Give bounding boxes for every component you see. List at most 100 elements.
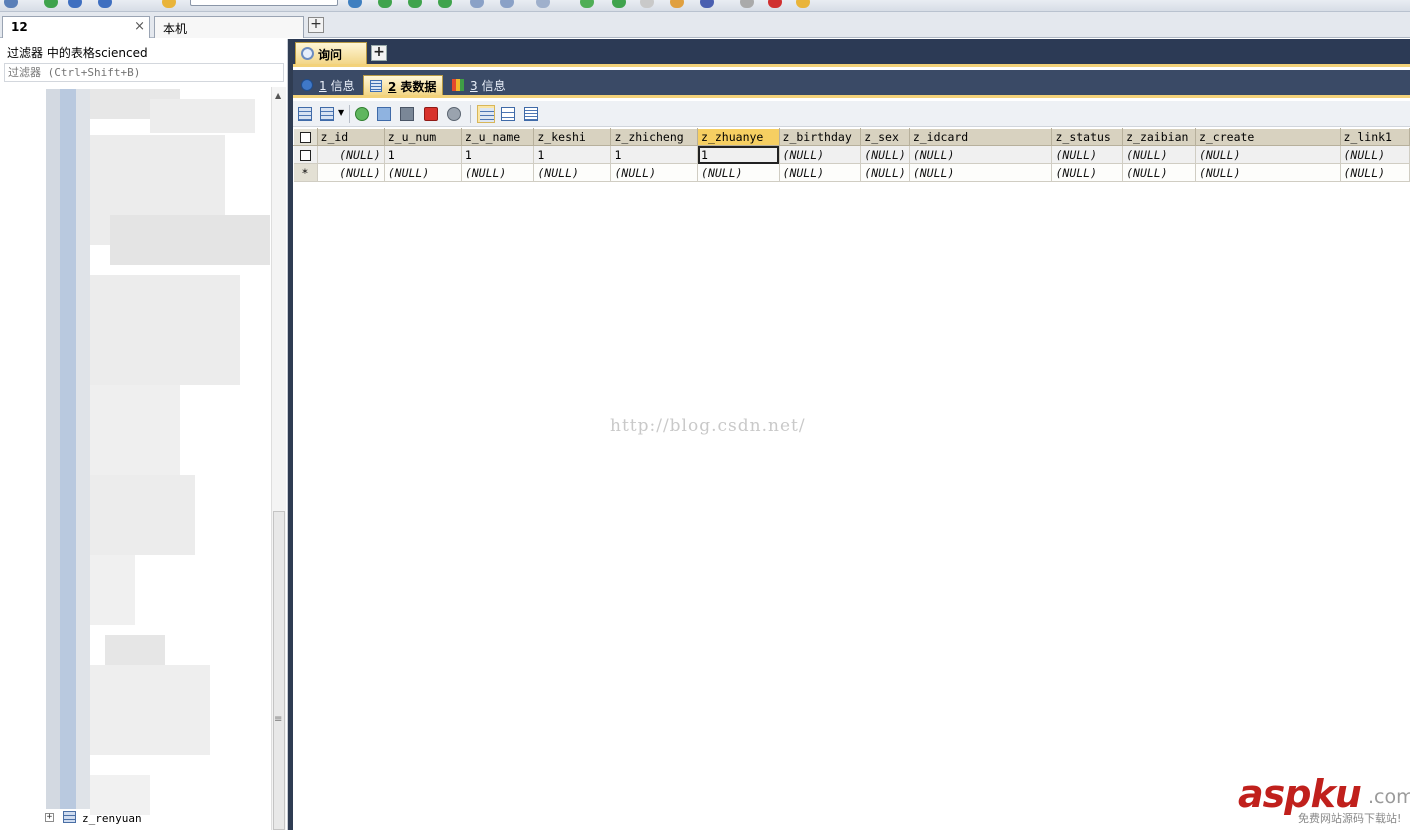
column-header-z_idcard[interactable]: z_idcard: [908, 128, 1053, 146]
text-view-button[interactable]: [522, 105, 540, 123]
table-row[interactable]: * (NULL) (NULL) (NULL) (NULL) (NULL) (NULL) (NU…: [293, 163, 1410, 182]
column-header-z_u_name[interactable]: z_u_name: [460, 128, 535, 146]
grid-cell-z_zhicheng[interactable]: 1: [610, 145, 699, 164]
grid-cell-z_zhuanye[interactable]: 1: [697, 145, 780, 164]
toolbar-icon[interactable]: [44, 0, 58, 8]
column-header-z_birthday[interactable]: z_birthday: [778, 128, 862, 146]
grid-cell-z_sex[interactable]: (NULL): [860, 145, 910, 164]
toolbar-icon[interactable]: [378, 0, 392, 8]
grid-cell-z_u_num[interactable]: (NULL): [384, 163, 462, 182]
result-tab-bar: 1 信息 2 表数据 3 信息: [293, 70, 1410, 98]
grid-cell-z_zhicheng[interactable]: (NULL): [610, 163, 699, 182]
database-selector[interactable]: [190, 0, 338, 6]
save-button[interactable]: [398, 105, 416, 123]
grid-cell-z_id[interactable]: (NULL): [317, 145, 385, 164]
expand-icon[interactable]: +: [45, 813, 54, 822]
column-header-z_zaibian[interactable]: z_zaibian: [1122, 128, 1196, 146]
toolbar-icon[interactable]: [740, 0, 754, 8]
grid-cell-z_zaibian[interactable]: (NULL): [1122, 163, 1196, 182]
grid-cell-z_idcard[interactable]: (NULL): [909, 145, 1053, 164]
grid-cell-z_u_name[interactable]: (NULL): [461, 163, 535, 182]
toolbar-icon[interactable]: [470, 0, 484, 8]
grid-cell-z_id[interactable]: (NULL): [317, 163, 385, 182]
toolbar-icon[interactable]: [768, 0, 782, 8]
connection-tab-12[interactable]: 12 ×: [2, 16, 150, 38]
grid-cell-z_keshi[interactable]: 1: [533, 145, 612, 164]
grid-cell-z_status[interactable]: (NULL): [1051, 163, 1124, 182]
grid-cell-z_status[interactable]: (NULL): [1051, 145, 1124, 164]
row-checkbox[interactable]: [293, 145, 318, 164]
close-icon[interactable]: ×: [134, 19, 145, 34]
toolbar-icon[interactable]: [408, 0, 422, 8]
toolbar-icon[interactable]: [670, 0, 684, 8]
grid-cell-z_link1[interactable]: (NULL): [1340, 145, 1410, 164]
toolbar-icon[interactable]: [4, 0, 18, 8]
filter-input[interactable]: [4, 63, 284, 82]
result-table: z_id z_u_num z_u_name z_keshi z_zhicheng z_zh…: [293, 128, 1410, 182]
export-button[interactable]: ▼: [318, 105, 346, 123]
grid-cell-z_u_num[interactable]: 1: [384, 145, 462, 164]
tab-table-data[interactable]: 2 表数据: [363, 75, 443, 95]
new-row-marker[interactable]: *: [293, 163, 318, 182]
cancel-changes-button[interactable]: [445, 105, 463, 123]
tab-info-3[interactable]: 3 信息: [446, 75, 512, 95]
tree-pixelated-region: [90, 775, 150, 815]
grid-cell-z_create[interactable]: (NULL): [1195, 163, 1341, 182]
query-icon: [301, 47, 314, 60]
grid-cell-z_zaibian[interactable]: (NULL): [1122, 145, 1196, 164]
toolbar-icon[interactable]: [98, 0, 112, 8]
tab-query[interactable]: 询问: [295, 42, 367, 64]
table-row[interactable]: (NULL) 1 1 1 1 1 (NULL) (NULL) (NULL) (NULL) (NULL…: [293, 145, 1410, 164]
column-header-z_status[interactable]: z_status: [1051, 128, 1124, 146]
scroll-up-icon[interactable]: ▲: [275, 91, 281, 100]
column-header-z_zhuanye[interactable]: z_zhuanye: [697, 128, 780, 146]
tree-scrollbar[interactable]: ▲ ≡: [271, 87, 286, 830]
new-query-tab-button[interactable]: +: [371, 45, 387, 61]
toolbar-icon[interactable]: [348, 0, 362, 8]
scrollbar-thumb[interactable]: [273, 511, 285, 830]
grid-cell-z_keshi[interactable]: (NULL): [533, 163, 612, 182]
toolbar-icon[interactable]: [700, 0, 714, 8]
tab-number: 3: [470, 79, 478, 93]
grid-cell-z_link1[interactable]: (NULL): [1340, 163, 1410, 182]
toolbar-icon[interactable]: [536, 0, 550, 8]
select-all-checkbox[interactable]: [293, 128, 318, 146]
grid-cell-z_birthday[interactable]: (NULL): [779, 163, 862, 182]
watermark-url: http://blog.csdn.net/: [610, 416, 806, 436]
tab-info-1[interactable]: 1 信息: [295, 75, 359, 95]
grid-view-icon: [480, 108, 494, 122]
grid-cell-z_create[interactable]: (NULL): [1195, 145, 1341, 164]
grid-cell-z_sex[interactable]: (NULL): [860, 163, 910, 182]
new-connection-button[interactable]: +: [308, 17, 324, 33]
column-header-z_keshi[interactable]: z_keshi: [533, 128, 612, 146]
grid-cell-z_birthday[interactable]: (NULL): [779, 145, 862, 164]
toolbar-icon[interactable]: [580, 0, 594, 8]
connection-tab-local[interactable]: 本机: [154, 16, 304, 38]
grid-cell-z_u_name[interactable]: 1: [461, 145, 535, 164]
column-header-z_sex[interactable]: z_sex: [860, 128, 910, 146]
duplicate-row-button[interactable]: [375, 105, 393, 123]
grid-cell-z_idcard[interactable]: (NULL): [909, 163, 1053, 182]
toolbar-icon[interactable]: [68, 0, 82, 8]
toolbar-icon[interactable]: [612, 0, 626, 8]
insert-row-icon: [298, 107, 312, 121]
column-header-z_create[interactable]: z_create: [1194, 128, 1341, 146]
column-header-z_u_num[interactable]: z_u_num: [383, 128, 462, 146]
grid-view-button[interactable]: [477, 105, 495, 123]
column-header-z_zhicheng[interactable]: z_zhicheng: [610, 128, 699, 146]
add-row-button[interactable]: [353, 105, 371, 123]
insert-row-button[interactable]: [296, 105, 314, 123]
column-header-z_link1[interactable]: z_link1: [1339, 128, 1410, 146]
toolbar-icon[interactable]: [640, 0, 654, 8]
grid-header-row: z_id z_u_num z_u_name z_keshi z_zhicheng z_zh…: [293, 128, 1410, 146]
toolbar-icon[interactable]: [500, 0, 514, 8]
form-view-button[interactable]: [499, 105, 517, 123]
delete-row-button[interactable]: [422, 105, 440, 123]
grid-cell-z_zhuanye[interactable]: (NULL): [697, 163, 780, 182]
tab-label: 信息: [330, 79, 355, 93]
data-grid[interactable]: z_id z_u_num z_u_name z_keshi z_zhicheng z_zh…: [293, 128, 1410, 830]
toolbar-icon[interactable]: [796, 0, 810, 8]
toolbar-icon[interactable]: [438, 0, 452, 8]
column-header-z_id[interactable]: z_id: [316, 128, 385, 146]
toolbar-icon[interactable]: [162, 0, 176, 8]
